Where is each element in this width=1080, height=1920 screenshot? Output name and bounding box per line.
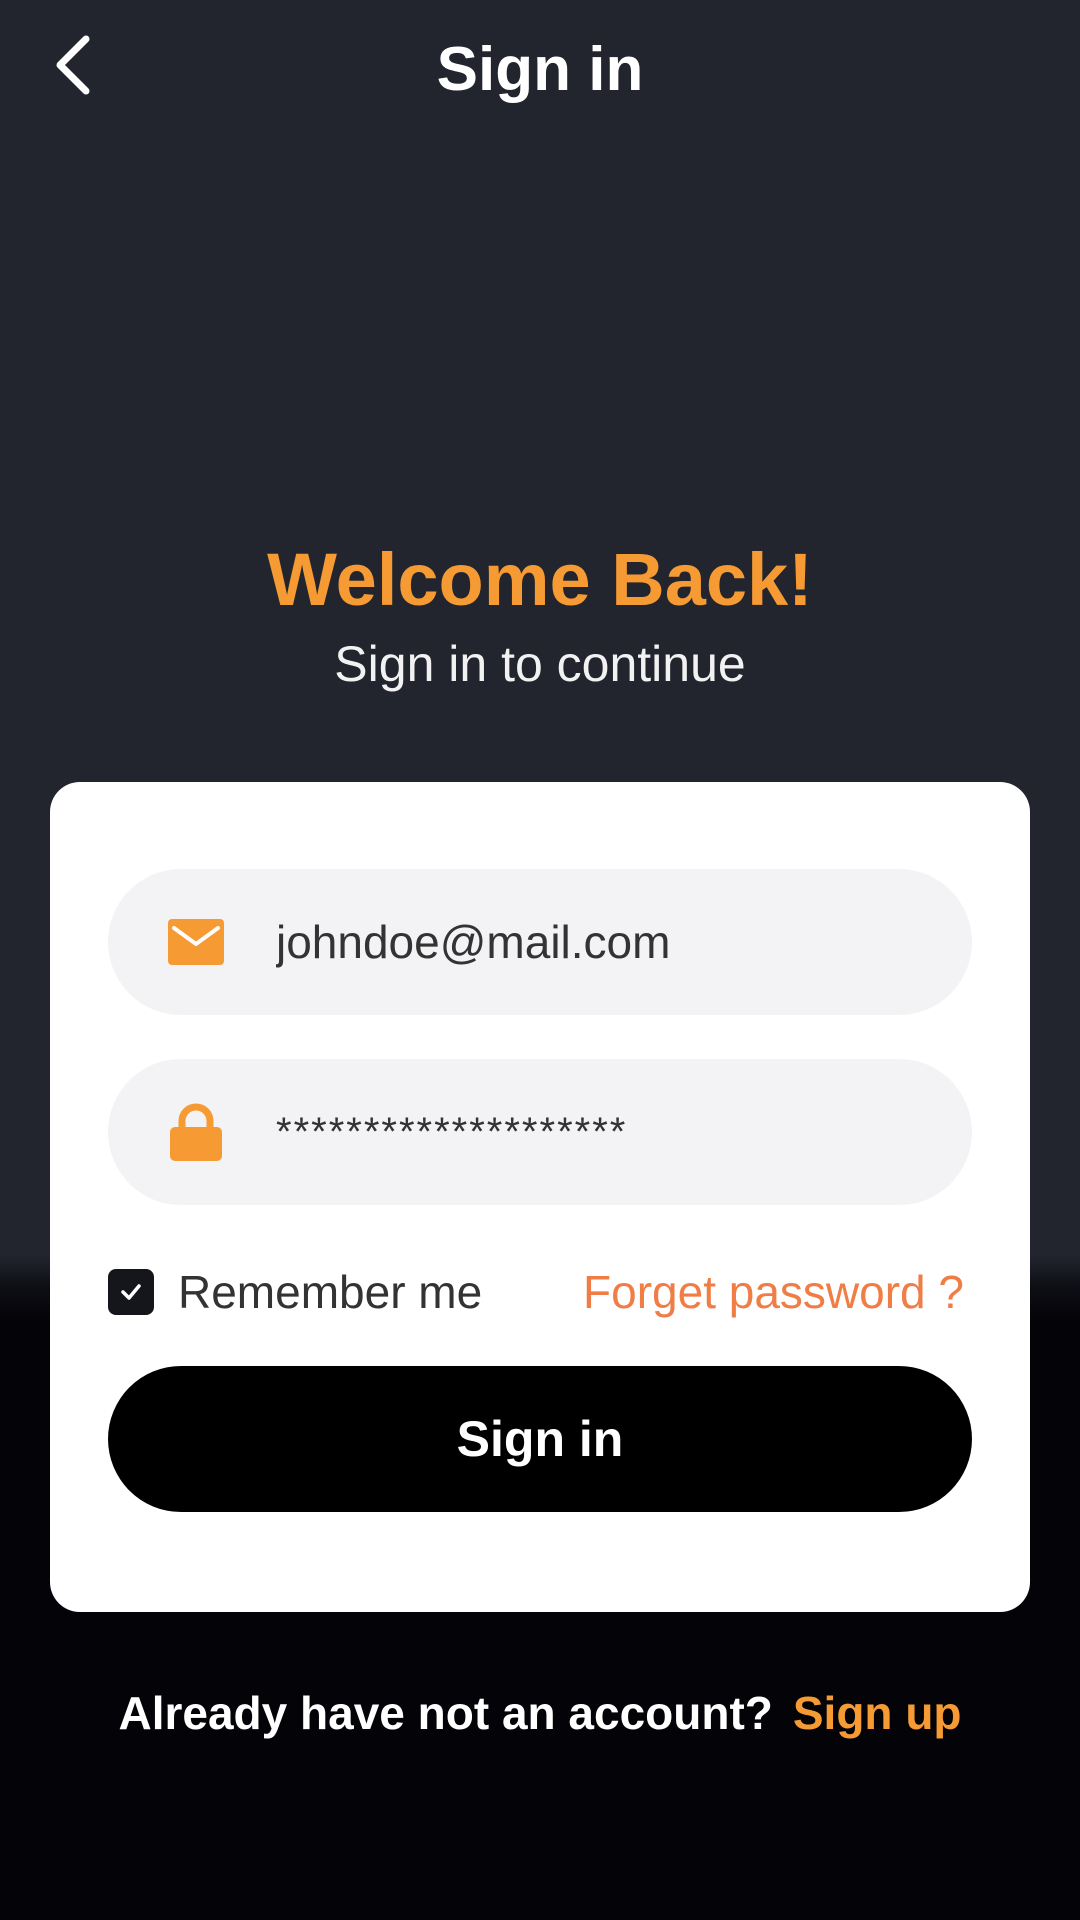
remember-me-checkbox[interactable]: Remember me — [108, 1257, 482, 1327]
forgot-password-link[interactable]: Forget password ? — [583, 1257, 964, 1327]
password-input[interactable]: ******************** — [276, 1097, 916, 1167]
mail-icon — [166, 912, 226, 972]
sign-in-button[interactable]: Sign in — [108, 1366, 972, 1512]
email-field[interactable] — [108, 869, 972, 1015]
sign-up-prompt: Already have not an account? Sign up — [0, 1678, 1080, 1748]
checkbox-checked-icon[interactable] — [108, 1269, 154, 1315]
lock-icon — [166, 1102, 226, 1162]
remember-me-label: Remember me — [178, 1266, 483, 1318]
welcome-subtitle: Sign in to continue — [334, 636, 746, 692]
page-title: Sign in — [436, 35, 644, 104]
app-header: Sign in — [0, 0, 1080, 140]
email-input[interactable] — [276, 907, 916, 977]
sign-in-card: ******************** Remember me Forget … — [50, 782, 1030, 1612]
sign-up-link[interactable]: Sign up — [793, 1687, 962, 1739]
password-field[interactable]: ******************** — [108, 1059, 972, 1205]
sign-up-prompt-text: Already have not an account? — [118, 1687, 773, 1739]
welcome-heading: Welcome Back! — [267, 538, 813, 621]
